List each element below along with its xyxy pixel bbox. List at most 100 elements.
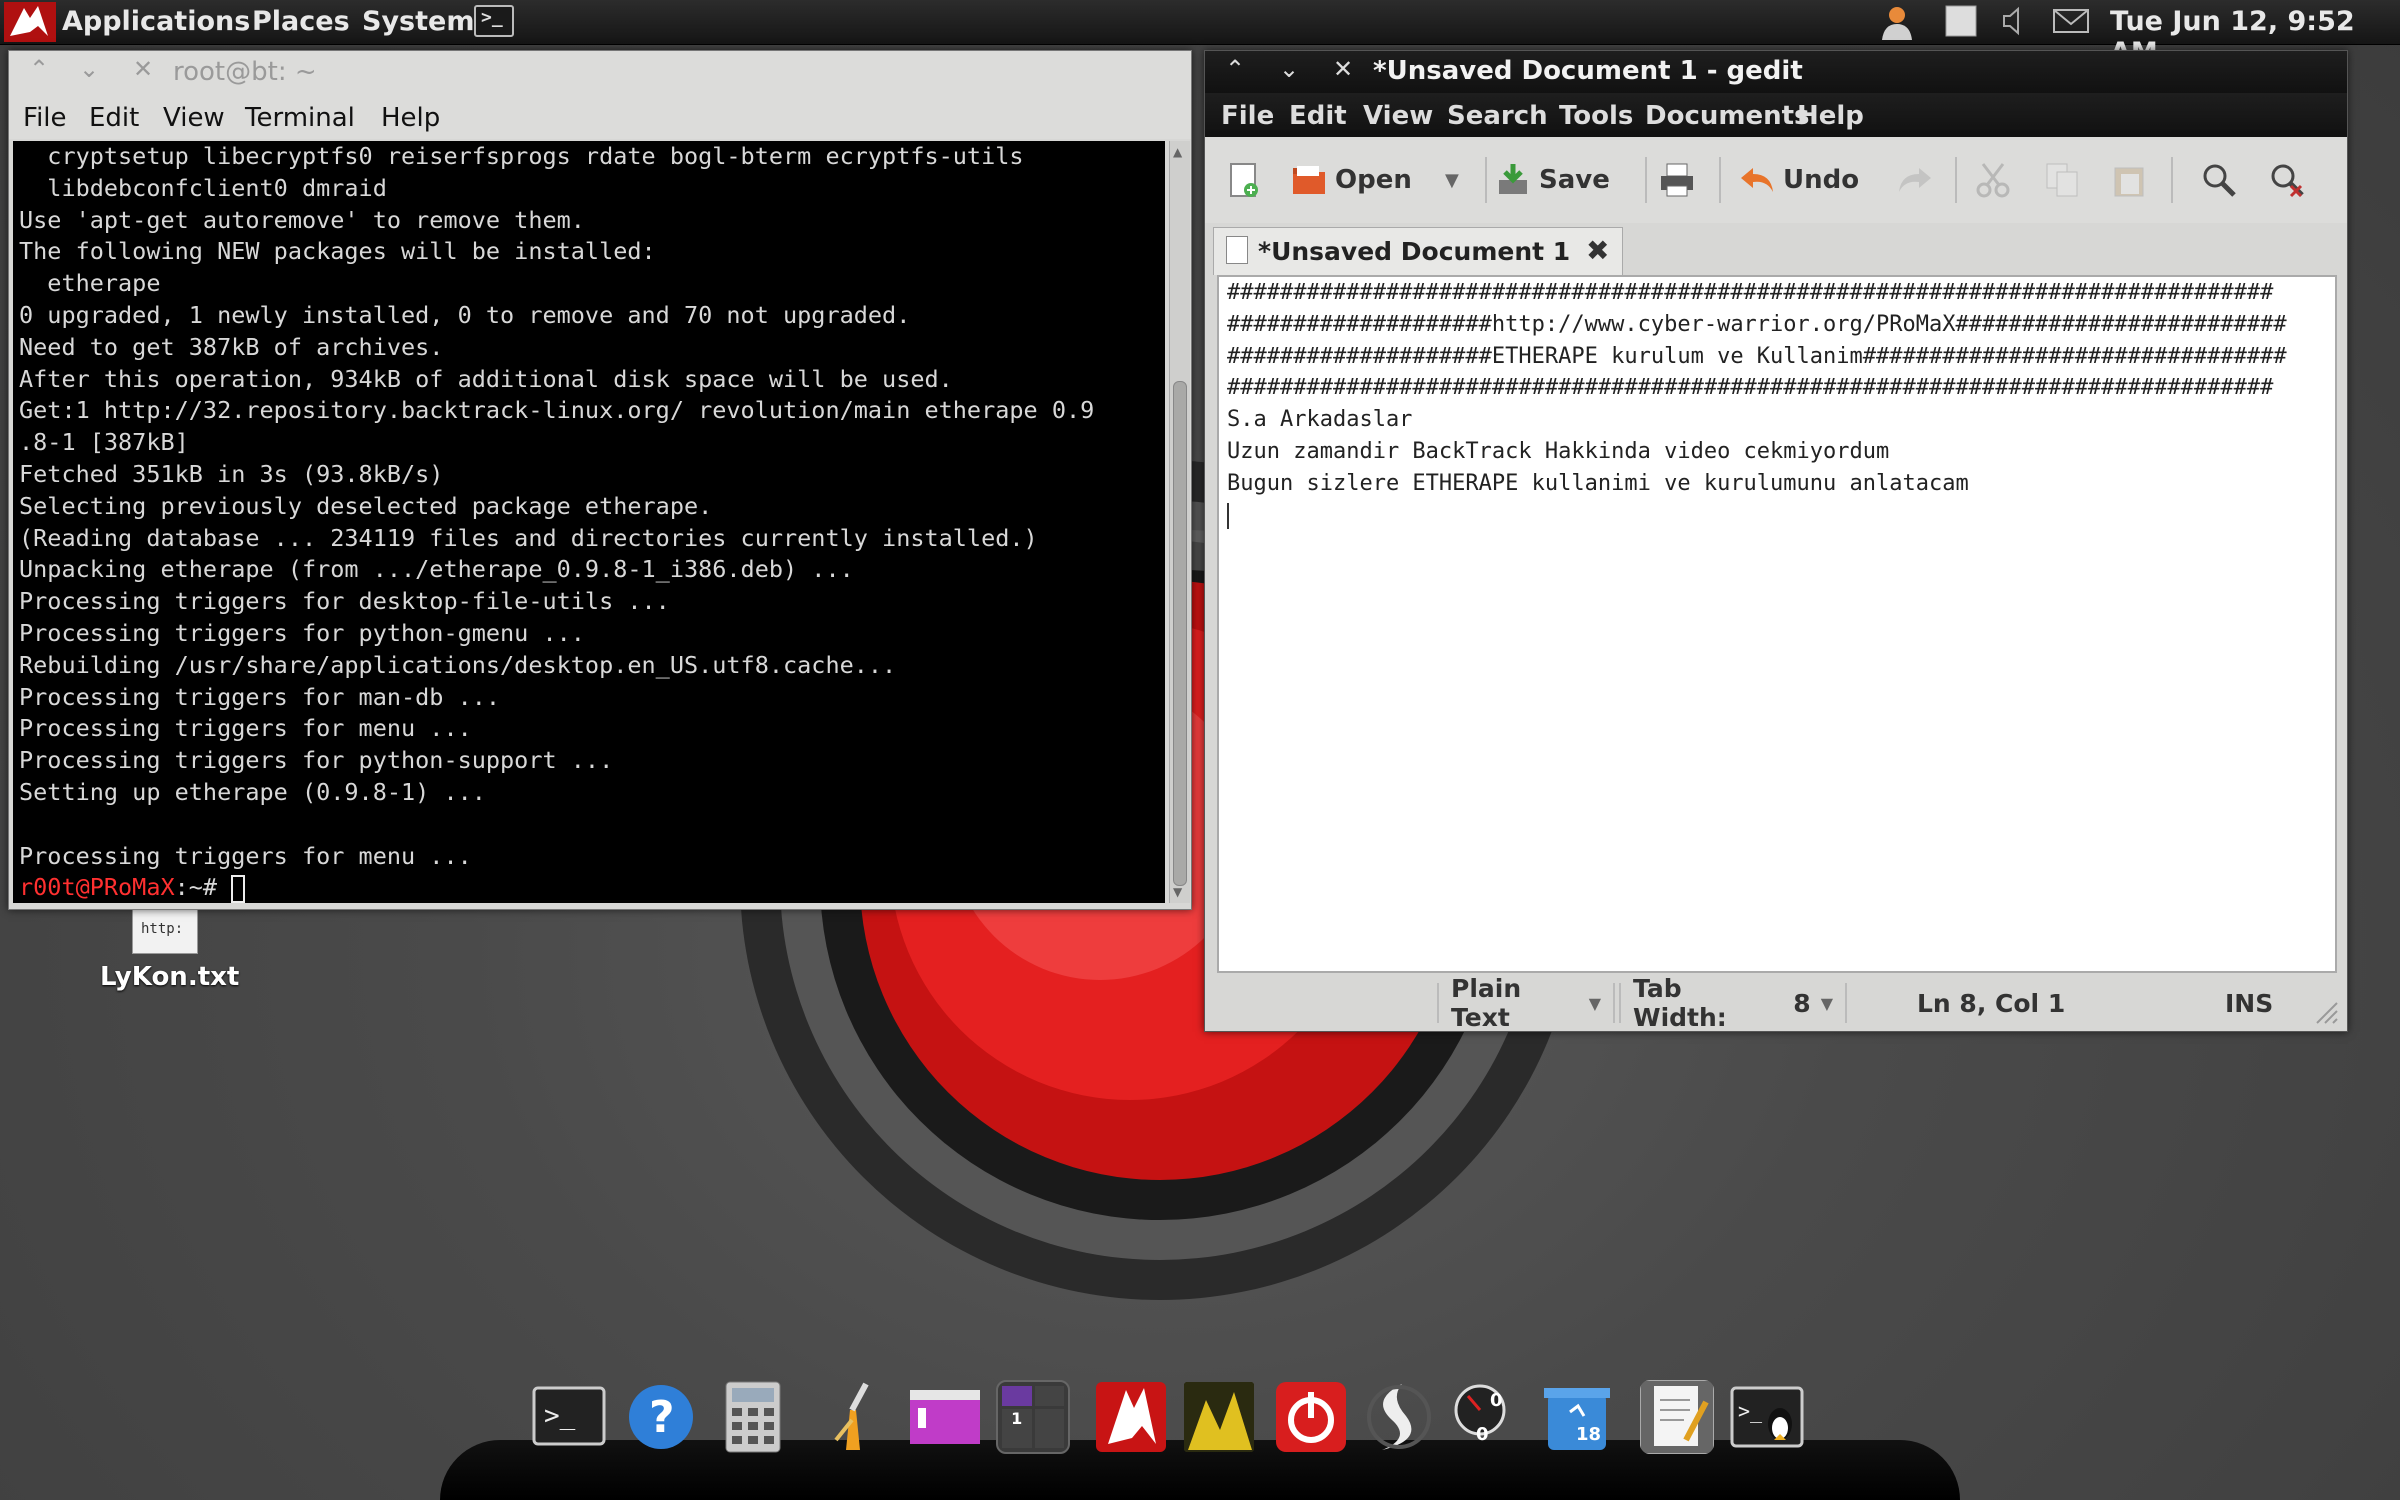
new-document-button[interactable] <box>1225 157 1261 203</box>
menu-places[interactable]: Places <box>252 6 350 37</box>
terminal-menubar: File Edit View Terminal Help <box>9 95 1191 139</box>
text-editor-area[interactable]: ########################################… <box>1217 275 2337 973</box>
workspace-switcher-icon[interactable]: 1 <box>996 1380 1070 1454</box>
editor-line: S.a Arkadaslar <box>1227 407 1413 433</box>
clipboard-icon[interactable] <box>1944 4 1978 38</box>
document-tab[interactable]: *Unsaved Document 1 ✖ <box>1213 227 1623 275</box>
menu-help[interactable]: Help <box>381 103 440 133</box>
terminal-prompt[interactable]: r00t@PRoMaX:~# <box>19 872 1165 903</box>
maximize-button[interactable]: ⌄ <box>1279 55 1299 83</box>
terminal-scrollbar[interactable]: ▲ ▼ <box>1169 141 1190 903</box>
cursor-position: Ln 8, Col 1 <box>1917 988 2066 1018</box>
editor-line: ####################http://www.cyber-war… <box>1227 311 2287 337</box>
open-dropdown-arrow-icon[interactable]: ▼ <box>1445 157 1459 203</box>
photo-icon[interactable] <box>1182 1380 1256 1454</box>
terminal-line: Unpacking etherape (from .../etherape_0.… <box>19 555 854 584</box>
network-down-value: 0 <box>1476 1424 1489 1445</box>
print-button[interactable] <box>1659 157 1695 203</box>
close-button[interactable]: ✕ <box>133 55 153 83</box>
top-panel: Applications Places System >_ Tue Jun 12… <box>0 0 2400 68</box>
terminal-line: Setting up etherape (0.9.8-1) ... <box>19 777 486 806</box>
mail-icon[interactable] <box>2052 4 2090 38</box>
resize-grip-icon[interactable] <box>2315 993 2339 1033</box>
cut-button[interactable] <box>1975 157 2011 203</box>
help-icon[interactable]: ? <box>624 1380 698 1454</box>
maximize-button[interactable]: ⌄ <box>79 55 99 83</box>
terminal-line: etherape <box>19 269 161 298</box>
open-button[interactable]: Open <box>1291 157 1412 203</box>
gedit-tabbar: *Unsaved Document 1 ✖ <box>1205 223 2347 275</box>
terminal-line: 0 upgraded, 1 newly installed, 0 to remo… <box>19 300 911 329</box>
menu-tools[interactable]: Tools <box>1559 101 1633 131</box>
tab-width-selector[interactable]: Tab Width: 8 ▼ <box>1619 974 1847 1032</box>
prompt-user: r00t@PRoMaX <box>19 873 175 902</box>
volume-icon[interactable] <box>2000 4 2032 38</box>
close-button[interactable]: ✕ <box>1333 55 1353 83</box>
terminal-icon[interactable]: >_ <box>532 1380 606 1454</box>
text-editor-icon[interactable] <box>1640 1380 1714 1454</box>
toolbar-separator <box>1485 157 1487 203</box>
terminal-line: The following NEW packages will be insta… <box>19 237 656 266</box>
menu-file[interactable]: File <box>1221 101 1274 131</box>
window-icon[interactable] <box>908 1380 982 1454</box>
terminal-line: Processing triggers for menu ... <box>19 841 472 870</box>
print-icon <box>1661 163 1693 197</box>
menu-documents[interactable]: Documents <box>1645 101 1810 131</box>
paste-button[interactable] <box>2111 157 2147 203</box>
redo-icon <box>1899 168 1931 192</box>
menu-applications[interactable]: Applications <box>62 6 250 37</box>
menu-file[interactable]: File <box>23 103 67 133</box>
trash-count-badge: 18 <box>1576 1424 1602 1445</box>
save-label: Save <box>1539 165 1610 195</box>
dropdown-arrow-icon: ▼ <box>1588 993 1601 1013</box>
user-icon[interactable] <box>1876 4 1918 42</box>
power-icon[interactable] <box>1274 1380 1348 1454</box>
menu-system[interactable]: System <box>362 6 474 37</box>
save-button[interactable]: Save <box>1495 157 1610 203</box>
trash-icon[interactable]: 18 <box>1540 1380 1614 1454</box>
menu-search[interactable]: Search <box>1447 101 1548 131</box>
tab-width-label: Tab Width: <box>1633 974 1727 1032</box>
prompt-path: :~# <box>174 873 232 902</box>
editor-line: Bugun sizlere ETHERAPE kullanimi ve kuru… <box>1227 470 1969 496</box>
menu-edit[interactable]: Edit <box>89 103 139 133</box>
copy-button[interactable] <box>2045 157 2081 203</box>
terminal-line: Processing triggers for python-support .… <box>19 746 614 775</box>
terminal-titlebar[interactable]: ⌃ ⌄ ✕ root@bt: ~ <box>9 51 1191 95</box>
scrollbar-thumb[interactable] <box>1173 381 1187 886</box>
terminal-window: ⌃ ⌄ ✕ root@bt: ~ File Edit View Terminal… <box>8 50 1192 910</box>
redo-button[interactable] <box>1897 157 1933 203</box>
backtrack-icon[interactable] <box>1094 1380 1168 1454</box>
backtrack-logo-icon[interactable] <box>4 2 56 42</box>
scroll-down-arrow-icon[interactable]: ▼ <box>1173 885 1182 899</box>
scroll-up-arrow-icon[interactable]: ▲ <box>1173 145 1182 159</box>
minimize-button[interactable]: ⌃ <box>29 55 49 83</box>
menu-view[interactable]: View <box>1363 101 1433 131</box>
terminal-output[interactable]: cryptsetup libecryptfs0 reiserfsprogs rd… <box>13 141 1165 903</box>
find-button[interactable] <box>2201 157 2237 203</box>
terminal-launcher-icon[interactable]: >_ <box>474 5 514 37</box>
cleaner-icon[interactable] <box>816 1380 890 1454</box>
menu-terminal[interactable]: Terminal <box>245 103 355 133</box>
terminal-line: Use 'apt-get autoremove' to remove them. <box>19 205 585 234</box>
language-selector[interactable]: Plain Text ▼ <box>1437 974 1615 1032</box>
network-monitor-icon[interactable]: 0 0 <box>1450 1380 1524 1454</box>
calculator-icon[interactable] <box>716 1380 790 1454</box>
dock: >_ ? 1 0 0 18 >_ <box>440 1360 1960 1500</box>
workspace-badge: 1 <box>1002 1409 1032 1448</box>
language-label: Plain Text <box>1451 974 1522 1032</box>
undo-button[interactable]: Undo <box>1739 157 1859 203</box>
terminal-line: .8-1 [387kB] <box>19 428 189 457</box>
tab-close-icon[interactable]: ✖ <box>1586 234 1609 267</box>
menu-view[interactable]: View <box>163 103 225 133</box>
search-icon <box>2203 164 2236 197</box>
terminal-line: ​ <box>19 809 1165 841</box>
menu-help[interactable]: Help <box>1797 101 1864 131</box>
swirl-icon[interactable] <box>1362 1380 1436 1454</box>
document-icon <box>1226 236 1248 264</box>
find-replace-button[interactable] <box>2269 157 2305 203</box>
gedit-titlebar[interactable]: ⌃ ⌄ ✕ *Unsaved Document 1 - gedit <box>1205 51 2347 93</box>
linux-terminal-icon[interactable]: >_ <box>1730 1380 1804 1454</box>
menu-edit[interactable]: Edit <box>1289 101 1347 131</box>
minimize-button[interactable]: ⌃ <box>1225 55 1245 83</box>
